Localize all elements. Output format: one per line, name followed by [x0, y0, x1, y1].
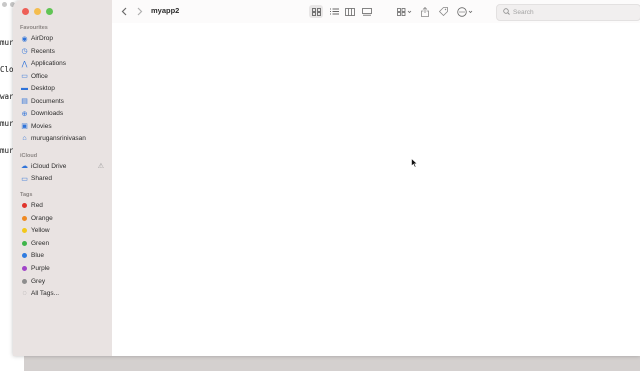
document-icon: ▤: [21, 98, 28, 105]
sidebar-item-tag-yellow[interactable]: Yellow: [20, 225, 108, 236]
folder-icon: ▭: [21, 73, 28, 80]
sidebar-item-label: Green: [31, 239, 50, 247]
sidebar-item-label: Blue: [31, 252, 45, 259]
sidebar-item-tag-purple[interactable]: Purple: [20, 263, 108, 274]
sidebar-item-all-tags[interactable]: ◌ All Tags...: [20, 288, 108, 299]
sidebar-item-label: Documents: [31, 97, 64, 105]
sidebar-item-label: Office: [31, 72, 48, 80]
search-icon: [503, 8, 510, 17]
download-icon: ⊕: [21, 110, 28, 118]
minimize-button[interactable]: [34, 8, 41, 15]
tag-color-dot: [22, 266, 27, 271]
sidebar: Favourites ◉ AirDrop ◷ Recents ⋀ Applica…: [13, 0, 113, 356]
sidebar-item-movies[interactable]: ▣ Movies: [20, 121, 108, 132]
all-tags-icon: ◌: [22, 290, 27, 297]
sidebar-item-shared[interactable]: ▭ Shared: [20, 173, 108, 184]
sidebar-item-label: murugansrinivasan: [31, 135, 86, 142]
movies-icon: ▣: [21, 123, 28, 130]
gallery-view-icon[interactable]: [360, 5, 374, 18]
traffic-lights: [22, 8, 53, 15]
sidebar-item-label: iCloud Drive: [31, 162, 67, 170]
sidebar-item-label: Purple: [31, 265, 50, 272]
chevron-right-icon[interactable]: [135, 5, 145, 18]
tag-color-dot: [22, 215, 27, 221]
sidebar-item-icloud-drive[interactable]: ☁ iCloud Drive ⚠: [20, 161, 108, 172]
tag-color-dot: [22, 253, 27, 258]
sidebar-item-tag-blue[interactable]: Blue: [20, 250, 108, 261]
sidebar-item-desktop[interactable]: ▬ Desktop: [20, 83, 108, 94]
sidebar-item-label: Orange: [31, 214, 53, 222]
shared-folder-icon: ▭: [21, 175, 28, 183]
close-button[interactable]: [22, 8, 29, 15]
share-icon[interactable]: [419, 5, 431, 18]
tag-color-dot: [22, 240, 27, 246]
sidebar-item-recents[interactable]: ◷ Recents: [20, 46, 108, 57]
applications-icon: ⋀: [21, 60, 28, 68]
sidebar-item-home[interactable]: ⌂ murugansrinivasan: [20, 133, 108, 144]
search-input[interactable]: [513, 9, 623, 16]
sidebar-item-label: Desktop: [31, 85, 55, 92]
icloud-heading: iCloud: [20, 153, 38, 159]
chevron-left-icon[interactable]: [119, 5, 129, 18]
sidebar-item-label: AirDrop: [31, 35, 54, 42]
search-field[interactable]: [496, 4, 640, 21]
toolbar: myapp2: [112, 0, 640, 24]
tags-heading: Tags: [20, 192, 33, 198]
sidebar-item-downloads[interactable]: ⊕ Downloads: [20, 108, 108, 119]
tag-color-dot: [22, 278, 27, 284]
sidebar-item-tag-red[interactable]: Red: [20, 200, 108, 211]
airdrop-icon: ◉: [21, 35, 28, 43]
sidebar-item-applications[interactable]: ⋀ Applications: [20, 58, 108, 69]
column-view-icon[interactable]: [343, 5, 357, 18]
sidebar-item-airdrop[interactable]: ◉ AirDrop: [20, 33, 108, 44]
sidebar-item-label: All Tags...: [31, 290, 60, 297]
favourites-heading: Favourites: [20, 25, 48, 31]
window-title: myapp2: [151, 6, 180, 15]
tag-color-dot: [22, 203, 27, 208]
tag-icon[interactable]: [437, 5, 449, 18]
tag-color-dot: [22, 228, 27, 233]
list-view-icon[interactable]: [327, 5, 341, 18]
sidebar-item-tag-grey[interactable]: Grey: [20, 276, 108, 287]
clock-icon: ◷: [21, 48, 28, 55]
group-icon[interactable]: [395, 5, 415, 18]
sidebar-item-tag-green[interactable]: Green: [20, 238, 108, 249]
sidebar-item-label: Movies: [31, 122, 52, 130]
sidebar-item-label: Shared: [31, 175, 52, 182]
sidebar-item-label: Red: [31, 202, 43, 209]
zoom-button[interactable]: [46, 8, 53, 15]
sidebar-item-label: Grey: [31, 277, 46, 285]
desktop-icon: ▬: [21, 85, 28, 92]
icon-view-icon[interactable]: [309, 5, 323, 18]
file-browser-content[interactable]: [112, 23, 640, 356]
sidebar-item-tag-orange[interactable]: Orange: [20, 213, 108, 224]
sidebar-item-label: Recents: [31, 47, 55, 55]
cloud-icon: ☁: [21, 163, 28, 170]
finder-window: Favourites ◉ AirDrop ◷ Recents ⋀ Applica…: [13, 0, 640, 356]
sidebar-item-label: Applications: [31, 60, 67, 67]
sidebar-item-label: Downloads: [31, 110, 64, 117]
sidebar-item-label: Yellow: [31, 227, 50, 234]
more-icon[interactable]: [455, 5, 475, 18]
sidebar-item-office[interactable]: ▭ Office: [20, 71, 108, 82]
home-icon: ⌂: [22, 135, 27, 142]
sidebar-item-documents[interactable]: ▤ Documents: [20, 96, 108, 107]
warning-icon[interactable]: ⚠: [98, 162, 104, 170]
